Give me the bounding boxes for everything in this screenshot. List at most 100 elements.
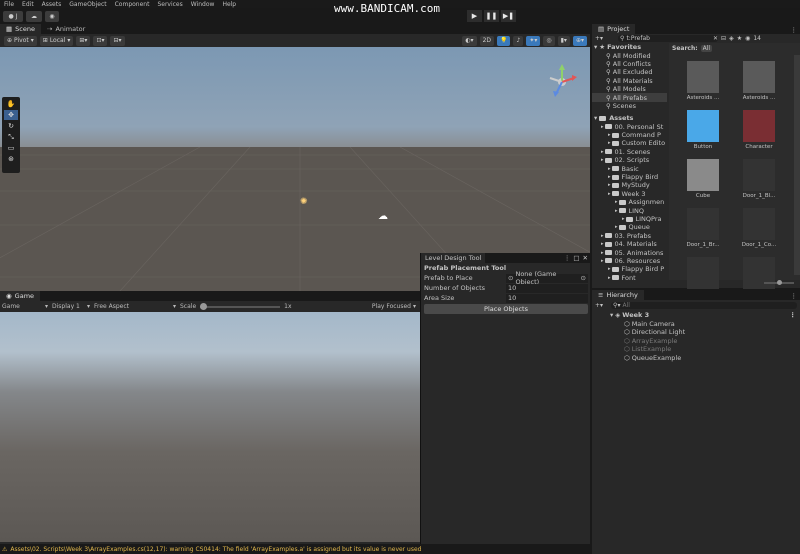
- aspect-select[interactable]: Free Aspect ▾: [90, 303, 176, 310]
- scale-slider[interactable]: [200, 302, 281, 311]
- hierarchy-item[interactable]: ⬡ ArrayExample: [592, 337, 800, 346]
- menu-item-file[interactable]: File: [4, 1, 14, 8]
- menu-item-window[interactable]: Window: [191, 1, 215, 8]
- chevron-right-icon[interactable]: ▸: [601, 157, 604, 163]
- draw-mode-button[interactable]: ◐▾: [462, 35, 477, 46]
- hierarchy-item[interactable]: ⬡ Main Camera: [592, 320, 800, 329]
- prefab-object-field[interactable]: ⊙ None (Game Object) ⊙: [506, 270, 588, 286]
- tree-folder[interactable]: ▸ Command P: [592, 131, 667, 139]
- tree-folder[interactable]: ▸ 00. Personal St: [592, 123, 667, 131]
- chevron-right-icon[interactable]: ▸: [608, 191, 611, 197]
- menu-item-assets[interactable]: Assets: [42, 1, 62, 8]
- chevron-right-icon[interactable]: ▸: [608, 182, 611, 188]
- asset-item[interactable]: Door_1_Co...: [739, 208, 779, 254]
- thumbnail-size-slider[interactable]: [764, 280, 794, 285]
- favorite-item[interactable]: ⚲ All Conflicts: [592, 60, 667, 68]
- hand-tool-icon[interactable]: ✋: [4, 99, 18, 109]
- chevron-right-icon[interactable]: ▸: [601, 258, 604, 264]
- favorite-item[interactable]: ⚲ All Excluded: [592, 68, 667, 76]
- thumbnail-size-handle[interactable]: [777, 280, 782, 285]
- chevron-right-icon[interactable]: ▸: [608, 266, 611, 272]
- chevron-right-icon[interactable]: ▸: [601, 124, 604, 130]
- scale-slider-handle[interactable]: [200, 302, 208, 310]
- tab-game[interactable]: ◉ Game: [0, 291, 41, 301]
- asset-item[interactable]: Button: [683, 110, 723, 156]
- tree-folder[interactable]: ▸ Queue: [592, 223, 667, 231]
- tree-folder[interactable]: ▸ 02. Scripts: [592, 156, 667, 164]
- clear-icon[interactable]: ✕: [713, 35, 718, 42]
- tree-folder[interactable]: ▸ 05. Animations: [592, 248, 667, 257]
- rect-tool-icon[interactable]: ▭: [4, 143, 18, 153]
- favorite-item[interactable]: ⚲ All Prefabs: [592, 93, 667, 102]
- effects-toggle[interactable]: ✦▾: [526, 35, 541, 46]
- collab-button[interactable]: ◉: [45, 10, 59, 22]
- search-scope-all[interactable]: All: [700, 44, 713, 52]
- account-button[interactable]: ● J: [3, 10, 23, 22]
- chevron-right-icon[interactable]: ▸: [608, 166, 611, 172]
- label-icon[interactable]: ◈: [729, 35, 734, 42]
- place-objects-button[interactable]: Place Objects: [424, 304, 588, 314]
- camera-button[interactable]: ▮▾: [557, 35, 570, 46]
- number-of-objects-input[interactable]: 10: [506, 283, 588, 293]
- camera-gizmo-icon[interactable]: ☁: [378, 211, 388, 222]
- menu-item-edit[interactable]: Edit: [22, 1, 34, 8]
- menu-item-component[interactable]: Component: [115, 1, 150, 8]
- local-toggle[interactable]: ⊞ Local ▾: [39, 35, 74, 46]
- asset-scrollbar[interactable]: [794, 55, 800, 275]
- game-view-select[interactable]: Game ▾: [0, 303, 48, 310]
- chevron-right-icon[interactable]: ▸: [601, 250, 604, 256]
- favorite-item[interactable]: ⚲ Scenes: [592, 102, 667, 110]
- chevron-right-icon[interactable]: ▸: [615, 224, 618, 230]
- tree-folder[interactable]: ▸ Week 3: [592, 190, 667, 198]
- play-focused-select[interactable]: Play Focused ▾: [372, 303, 420, 310]
- chevron-right-icon[interactable]: ▸: [608, 140, 611, 146]
- gizmos-button[interactable]: ⊕▾: [572, 35, 587, 46]
- pivot-toggle[interactable]: ⊕ Pivot ▾: [4, 35, 37, 46]
- star-icon[interactable]: ★: [737, 35, 742, 42]
- tree-folder[interactable]: ▸ Custom Edito: [592, 139, 667, 147]
- increment-snap-button[interactable]: ⊡▾: [93, 35, 108, 46]
- favorite-item[interactable]: ⚲ All Materials: [592, 77, 667, 85]
- assets-header[interactable]: ▾ Assets: [592, 114, 667, 122]
- tab-project[interactable]: ▤ Project: [592, 24, 636, 34]
- tree-folder[interactable]: ▸ Font: [592, 274, 667, 282]
- menu-item-help[interactable]: Help: [222, 1, 236, 8]
- asset-item[interactable]: Asteroids ...: [739, 61, 779, 107]
- tree-folder[interactable]: ▸ LINQ: [592, 206, 667, 215]
- tab-hierarchy[interactable]: ≡ Hierarchy: [592, 290, 644, 300]
- chevron-right-icon[interactable]: ▸: [608, 132, 611, 138]
- lighting-toggle[interactable]: 💡: [497, 35, 511, 46]
- more-icon[interactable]: ⋮: [791, 26, 798, 34]
- close-icon[interactable]: ✕: [583, 254, 588, 262]
- move-tool-icon[interactable]: ✥: [4, 110, 18, 120]
- step-button[interactable]: ▶❚: [501, 10, 516, 22]
- hierarchy-search-input[interactable]: ⚲▾ All: [611, 302, 797, 309]
- chevron-right-icon[interactable]: ▸: [601, 233, 604, 239]
- chevron-right-icon[interactable]: ▸: [601, 149, 604, 155]
- toggle-2d-button[interactable]: 2D: [479, 35, 494, 46]
- favorite-item[interactable]: ⚲ All Modified: [592, 51, 667, 60]
- tree-folder[interactable]: ▸ Basic: [592, 164, 667, 173]
- asset-item[interactable]: Cube: [683, 159, 723, 205]
- favorites-header[interactable]: ▾ ★ Favorites: [592, 43, 667, 51]
- hierarchy-item[interactable]: ⬡ QueueExample: [592, 354, 800, 363]
- transform-tool-icon[interactable]: ⊛: [4, 154, 18, 164]
- tree-folder[interactable]: ▸ Flappy Bird P: [592, 265, 667, 273]
- maximize-icon[interactable]: □: [573, 254, 579, 262]
- hierarchy-item[interactable]: ⬡ ListExample: [592, 345, 800, 354]
- cloud-button[interactable]: ☁: [26, 10, 42, 22]
- tab-scene[interactable]: ▦ Scene: [0, 24, 41, 34]
- chevron-right-icon[interactable]: ▸: [622, 216, 625, 222]
- directional-light-gizmo-icon[interactable]: ✺: [300, 197, 308, 207]
- more-icon[interactable]: ⋮: [564, 254, 571, 262]
- tab-level-design[interactable]: Level Design Tool: [421, 253, 486, 263]
- asset-item[interactable]: Door_1_Bl...: [739, 159, 779, 205]
- game-viewport[interactable]: [0, 312, 420, 542]
- tree-folder[interactable]: ▸ Assignmen: [592, 198, 667, 206]
- tree-folder[interactable]: ▸ MyStudy: [592, 181, 667, 189]
- tree-folder[interactable]: ▸ Flappy Bird: [592, 173, 667, 181]
- chevron-right-icon[interactable]: ▸: [615, 199, 618, 205]
- project-search-input[interactable]: ⚲ t:Prefab ✕: [618, 35, 719, 42]
- pause-button[interactable]: ❚❚: [484, 10, 499, 22]
- eye-icon[interactable]: ◉: [745, 35, 750, 42]
